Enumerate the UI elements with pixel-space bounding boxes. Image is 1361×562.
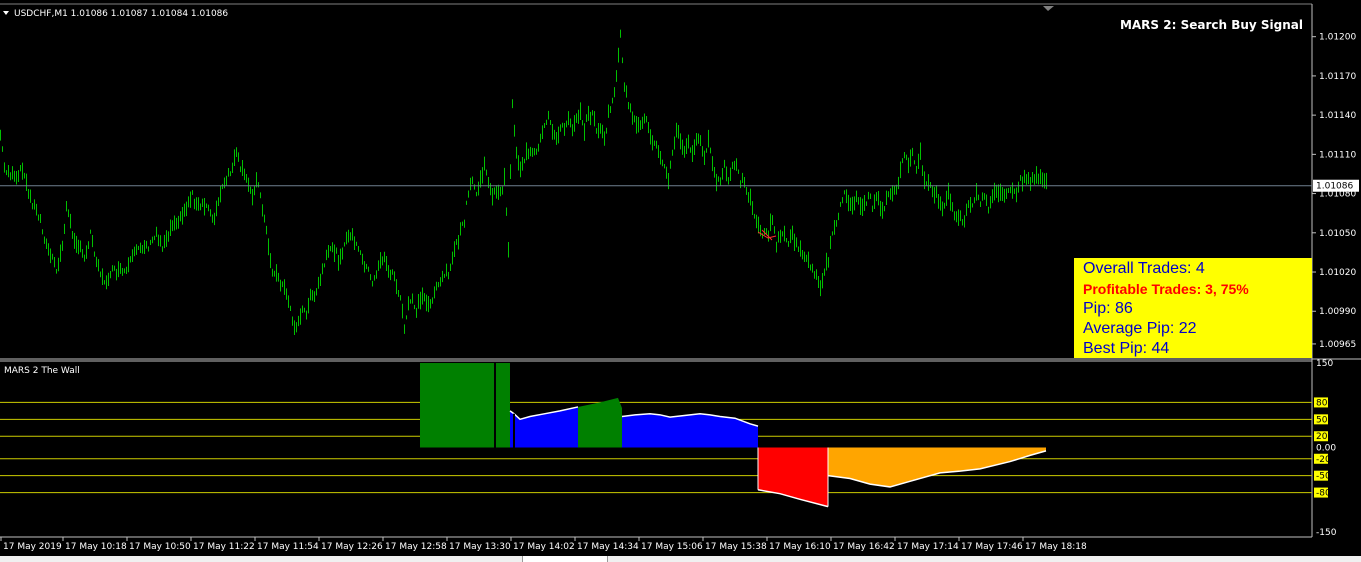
time-tick-label: 17 May 14:34 (577, 542, 639, 552)
average-pip: Average Pip: 22 (1083, 320, 1197, 337)
indicator-tick-label: 150 (1316, 359, 1333, 369)
indicator-tick-label: 0.00 (1316, 444, 1336, 454)
time-tick-label: 17 May 16:42 (833, 542, 895, 552)
time-tick-label: 17 May 16:10 (769, 542, 831, 552)
current-price-tag: 1.01086 (1313, 179, 1359, 192)
indicator-tick-label: 80 (1316, 398, 1328, 408)
time-tick-label: 17 May 17:14 (897, 542, 959, 552)
time-tick-label: 17 May 14:02 (513, 542, 575, 552)
price-tick-label: 1.01140 (1319, 111, 1356, 121)
indicator-title: MARS 2 The Wall (4, 366, 80, 376)
status-bar (0, 556, 1361, 562)
time-tick-label: 17 May 18:18 (1025, 542, 1087, 552)
time-tick-label: 17 May 10:18 (65, 542, 127, 552)
indicator-tick-label: 50 (1316, 415, 1328, 425)
price-tick-label: 1.01110 (1319, 150, 1356, 160)
price-tick-label: 1.00990 (1319, 307, 1356, 317)
price-tick-label: 1.00965 (1319, 340, 1356, 350)
indicator-tick-label: -20 (1316, 455, 1331, 465)
chart-tab[interactable] (522, 556, 608, 562)
time-tick-label: 17 May 12:26 (321, 542, 383, 552)
profitable-trades: Profitable Trades: 3, 75% (1083, 281, 1249, 297)
price-tick-label: 1.01200 (1319, 33, 1356, 43)
time-tick-label: 17 May 10:50 (129, 542, 191, 552)
time-tick-label: 17 May 11:54 (257, 542, 319, 552)
trade-stats-panel: Overall Trades: 4 Profitable Trades: 3, … (1074, 258, 1312, 358)
time-tick-label: 17 May 17:46 (961, 542, 1023, 552)
indicator-tick-label: 20 (1316, 432, 1328, 442)
wall-segment (420, 363, 510, 448)
time-tick-label: 17 May 15:38 (705, 542, 767, 552)
symbol-header: USDCHF,M1 1.01086 1.01087 1.01084 1.0108… (14, 9, 228, 19)
indicator-tick-label: -150 (1316, 528, 1337, 538)
time-tick-label: 17 May 15:06 (641, 542, 703, 552)
overall-trades: Overall Trades: 4 (1083, 260, 1205, 277)
time-tick-label: 17 May 2019 (3, 542, 62, 552)
current-price-label: 1.01086 (1316, 182, 1353, 192)
price-tick-label: 1.01020 (1319, 268, 1356, 278)
time-tick-label: 17 May 11:22 (193, 542, 255, 552)
time-tick-label: 17 May 12:58 (385, 542, 447, 552)
price-tick-label: 1.01170 (1319, 72, 1356, 82)
time-tick-label: 17 May 13:30 (449, 542, 511, 552)
signal-title: MARS 2: Search Buy Signal (1120, 18, 1303, 32)
price-tick-label: 1.01050 (1319, 229, 1356, 239)
indicator-tick-label: -80 (1316, 489, 1331, 499)
indicator-tick-label: -50 (1316, 472, 1331, 482)
pip-total: Pip: 86 (1083, 300, 1133, 317)
best-pip: Best Pip: 44 (1083, 340, 1170, 357)
